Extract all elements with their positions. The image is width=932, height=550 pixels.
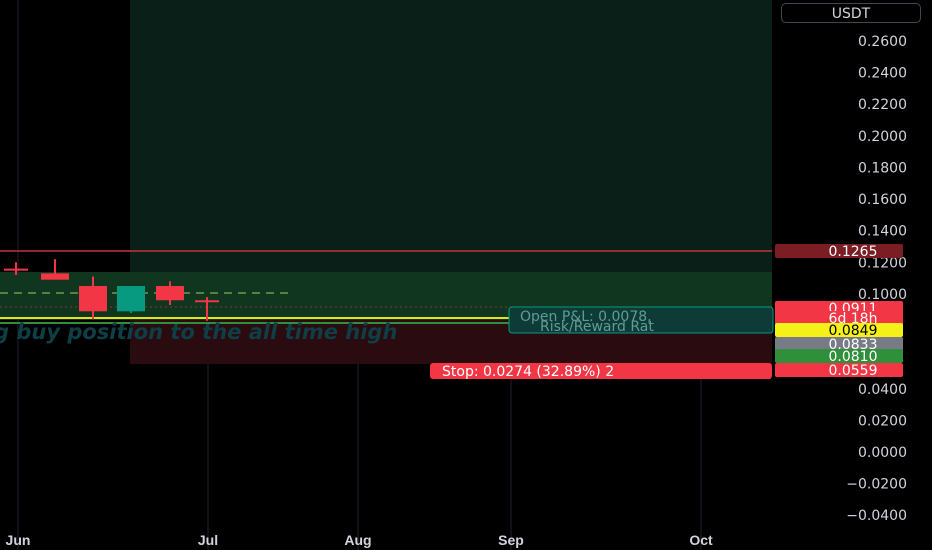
y-tick-label: 0.2600	[858, 34, 907, 50]
time-axis[interactable]: Jun Jul Aug Sep Oct	[6, 532, 713, 548]
y-tick-label: 0.2000	[858, 129, 907, 145]
x-tick-label: Sep	[498, 532, 524, 548]
y-tick-label: 0.0200	[858, 413, 907, 429]
idea-annotation: g buy position to the all time high	[0, 320, 397, 344]
candle-body[interactable]	[156, 286, 184, 301]
candle-body[interactable]	[4, 268, 28, 271]
y-tick-label: 0.0000	[858, 445, 907, 461]
y-tick-label: −0.0200	[846, 477, 907, 493]
stop-label: Stop: 0.0274 (32.89%) 2	[442, 364, 614, 380]
currency-unit-button[interactable]: USDT	[781, 3, 921, 23]
x-tick-label: Jul	[198, 532, 218, 548]
y-tick-label: 0.1800	[858, 160, 907, 176]
price-chart[interactable]: g buy position to the all time high Open…	[0, 0, 932, 550]
y-tick-label: 0.0400	[858, 382, 907, 398]
price-tag-label: 0.0559	[829, 363, 878, 379]
profit-zone-upper	[130, 0, 772, 272]
candle-body[interactable]	[79, 286, 107, 312]
x-tick-label: Aug	[344, 532, 371, 548]
y-tick-label: 0.2400	[858, 66, 907, 82]
candle-body[interactable]	[41, 273, 69, 280]
price-axis[interactable]: 0.2600 0.2400 0.2200 0.2000 0.1800 0.1600 0.14…	[846, 34, 907, 524]
x-tick-label: Jun	[6, 532, 31, 548]
y-tick-label: −0.0400	[846, 508, 907, 524]
candle-body[interactable]	[117, 286, 145, 312]
y-tick-label: 0.1400	[858, 224, 907, 240]
candle-body[interactable]	[195, 300, 219, 303]
pnl-line-2: Risk/Reward Rat	[540, 319, 654, 335]
y-tick-label: 0.1600	[858, 192, 907, 208]
x-tick-label: Oct	[689, 532, 713, 548]
price-tag-label: 0.1265	[829, 244, 878, 260]
y-tick-label: 0.2200	[858, 97, 907, 113]
